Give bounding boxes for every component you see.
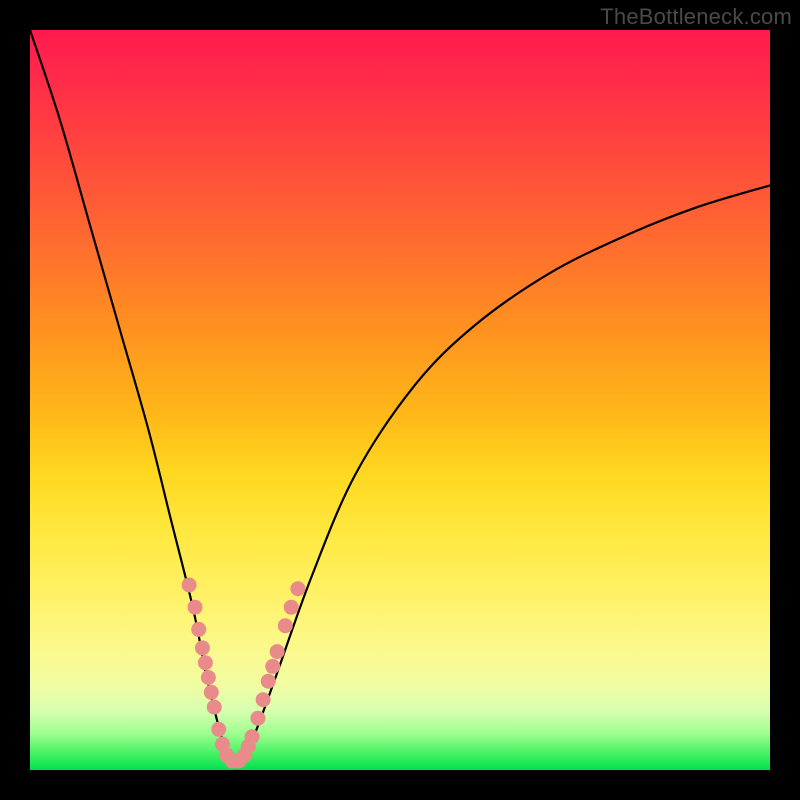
chart-plot-area bbox=[30, 30, 770, 770]
marker-dot bbox=[245, 729, 260, 744]
marker-dot bbox=[256, 692, 271, 707]
marker-dot bbox=[207, 700, 222, 715]
marker-dot bbox=[261, 674, 276, 689]
marker-dot bbox=[265, 659, 280, 674]
marker-dot bbox=[284, 600, 299, 615]
bottleneck-curve bbox=[30, 30, 770, 765]
watermark-text: TheBottleneck.com bbox=[600, 4, 792, 30]
marker-dot bbox=[191, 622, 206, 637]
marker-dot bbox=[250, 711, 265, 726]
marker-dot bbox=[290, 581, 305, 596]
marker-dot bbox=[204, 685, 219, 700]
marker-dot bbox=[201, 670, 216, 685]
marker-dot bbox=[270, 644, 285, 659]
marker-dot bbox=[198, 655, 213, 670]
marker-dot bbox=[195, 640, 210, 655]
highlight-dots bbox=[182, 578, 306, 769]
chart-frame: TheBottleneck.com bbox=[0, 0, 800, 800]
marker-dot bbox=[211, 722, 226, 737]
marker-dot bbox=[188, 600, 203, 615]
marker-dot bbox=[182, 578, 197, 593]
chart-svg bbox=[30, 30, 770, 770]
marker-dot bbox=[278, 618, 293, 633]
